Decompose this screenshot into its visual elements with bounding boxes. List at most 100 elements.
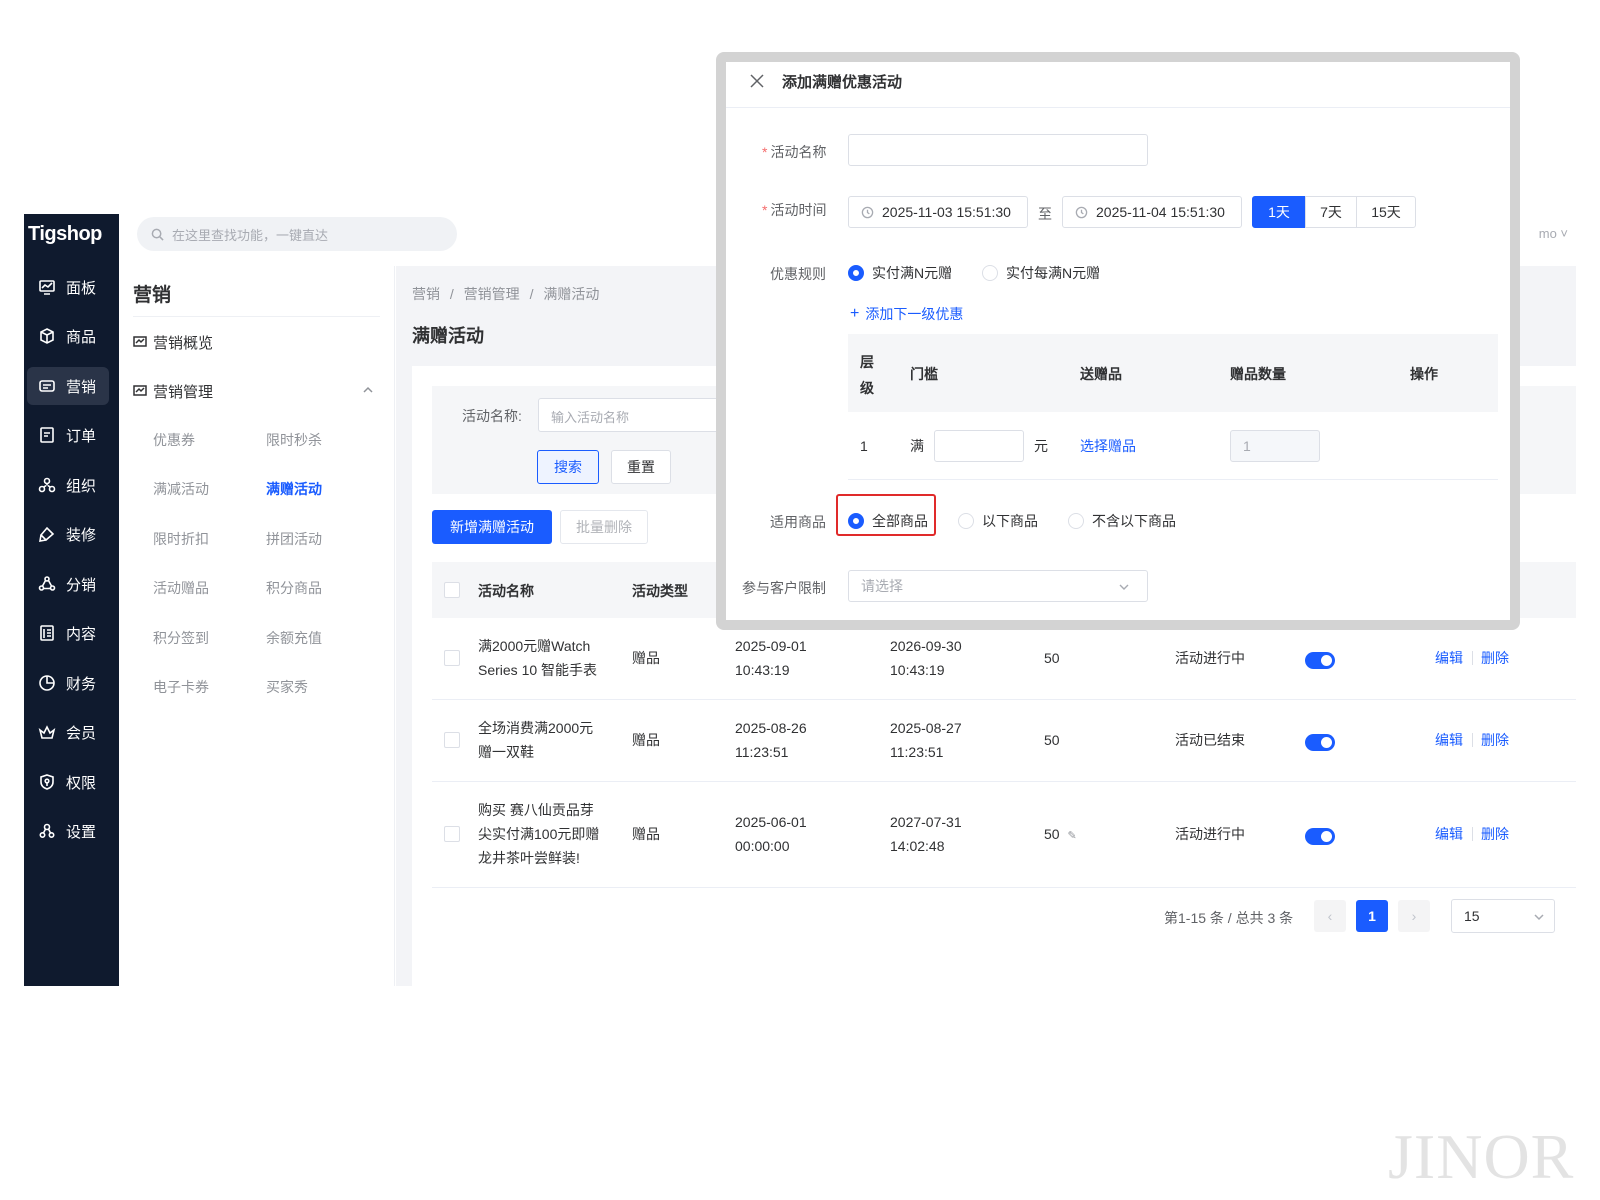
name-line: 尖实付满100元即赠 bbox=[478, 826, 600, 842]
table-row: 满2000元赠Watch Series 10 智能手表 赠品 2025-09-0… bbox=[432, 618, 1576, 700]
add-level-link[interactable]: + 添加下一级优惠 bbox=[850, 304, 963, 324]
name-line: Series 10 智能手表 bbox=[478, 662, 598, 678]
enable-toggle[interactable] bbox=[1305, 828, 1335, 845]
col-op: 操作 bbox=[1410, 366, 1438, 382]
customer-limit-select[interactable]: 请选择 bbox=[848, 570, 1148, 602]
activity-type: 赠品 bbox=[632, 650, 660, 666]
subnav-overview[interactable]: 营销概览 bbox=[133, 327, 380, 357]
page-size-select[interactable]: 15 bbox=[1451, 899, 1555, 933]
nav-label: 财务 bbox=[66, 675, 97, 693]
chart-icon bbox=[133, 385, 147, 396]
breadcrumb-item[interactable]: 营销管理 bbox=[464, 286, 520, 302]
time-label-text: 活动时间 bbox=[770, 202, 827, 218]
row-checkbox[interactable] bbox=[444, 732, 460, 748]
prev-page-button[interactable]: ‹ bbox=[1314, 900, 1346, 932]
rule-radio-every[interactable]: 实付每满N元赠 bbox=[982, 263, 1100, 283]
rule-radio-full[interactable]: 实付满N元赠 bbox=[848, 263, 952, 283]
start-time-picker[interactable]: 2025-11-03 15:51:30 bbox=[848, 196, 1028, 228]
subnav-link-groupbuy[interactable]: 拼团活动 bbox=[266, 529, 322, 549]
col-level-line: 层 bbox=[860, 354, 874, 370]
nav-item-member[interactable]: 会员 bbox=[27, 713, 109, 751]
subnav-link-points-goods[interactable]: 积分商品 bbox=[266, 578, 322, 598]
nav-item-permission[interactable]: 权限 bbox=[27, 763, 109, 801]
nav-item-dashboard[interactable]: 面板 bbox=[27, 268, 109, 306]
edit-link[interactable]: 编辑 bbox=[1435, 728, 1463, 752]
page-button-current[interactable]: 1 bbox=[1356, 900, 1388, 932]
row-checkbox[interactable] bbox=[444, 650, 460, 666]
user-menu[interactable]: mo ˅ bbox=[1539, 226, 1568, 241]
activity-name-field[interactable] bbox=[848, 134, 1148, 166]
nav-item-settings[interactable]: 设置 bbox=[27, 812, 109, 850]
nav-item-marketing[interactable]: 营销 bbox=[27, 367, 109, 405]
reset-button[interactable]: 重置 bbox=[611, 450, 671, 484]
subnav-link-flashsale[interactable]: 限时秒杀 bbox=[266, 430, 322, 450]
dialog-title: 添加满赠优惠活动 bbox=[782, 74, 903, 91]
end-time-picker[interactable]: 2025-11-04 15:51:30 bbox=[1062, 196, 1242, 228]
threshold-amount-input[interactable] bbox=[934, 430, 1024, 462]
scope-radio-include[interactable]: 以下商品 bbox=[958, 511, 1038, 531]
row-checkbox[interactable] bbox=[444, 826, 460, 842]
subnav-link-gifts[interactable]: 活动赠品 bbox=[153, 578, 209, 598]
edit-link[interactable]: 编辑 bbox=[1435, 822, 1463, 846]
pagination-summary: 第1-15 条 / 总共 3 条 bbox=[1164, 910, 1294, 926]
nav-item-distribution[interactable]: 分销 bbox=[27, 565, 109, 603]
pencil-icon[interactable]: ✎ bbox=[1067, 830, 1076, 842]
subnav-link-buyershow[interactable]: 买家秀 bbox=[266, 677, 308, 697]
subnav-link-ecard[interactable]: 电子卡券 bbox=[153, 677, 209, 697]
sub-nav: 营销 营销概览 营销管理 优惠券 限时秒杀 满减活动 满赠活动 限时折扣 拼团活… bbox=[119, 266, 395, 986]
delete-link[interactable]: 删除 bbox=[1481, 728, 1509, 752]
tier-yuan: 元 bbox=[1034, 438, 1048, 454]
gift-qty-input[interactable]: 1 bbox=[1230, 430, 1320, 462]
nav-item-finance[interactable]: 财务 bbox=[27, 664, 109, 702]
subnav-link-fullgift[interactable]: 满赠活动 bbox=[266, 479, 322, 499]
subnav-link-coupon[interactable]: 优惠券 bbox=[153, 430, 195, 450]
subnav-group[interactable]: 营销管理 bbox=[133, 376, 380, 406]
dialog-overlay-frame: 添加满赠优惠活动 * 活动名称 * 活动时间 2025-11-03 15:51:30… bbox=[716, 52, 1520, 630]
tier-level: 1 bbox=[860, 438, 868, 454]
breadcrumb-item[interactable]: 营销 bbox=[412, 286, 440, 302]
close-icon[interactable] bbox=[748, 72, 766, 90]
enable-toggle[interactable] bbox=[1305, 734, 1335, 751]
nav-item-decoration[interactable]: 装修 bbox=[27, 515, 109, 553]
duration-7day[interactable]: 7天 bbox=[1305, 196, 1357, 228]
divider bbox=[133, 316, 380, 317]
scope-radio-exclude[interactable]: 不含以下商品 bbox=[1068, 511, 1176, 531]
clock-icon bbox=[1075, 206, 1088, 218]
radio-dot bbox=[1068, 513, 1084, 529]
select-all-checkbox[interactable] bbox=[444, 582, 460, 598]
subnav-link-recharge[interactable]: 余额充值 bbox=[266, 628, 322, 648]
start-clock: 10:43:19 bbox=[735, 662, 790, 678]
radio-label: 实付满N元赠 bbox=[872, 265, 953, 281]
name-line: 赠一双鞋 bbox=[478, 744, 534, 760]
required-mark: * bbox=[762, 202, 768, 218]
duration-1day[interactable]: 1天 bbox=[1252, 196, 1306, 228]
nav-item-org[interactable]: 组织 bbox=[27, 466, 109, 504]
chevron-down-icon bbox=[1119, 584, 1129, 590]
org-icon bbox=[38, 477, 56, 493]
subnav-overview-label: 营销概览 bbox=[153, 334, 214, 352]
nav-item-content[interactable]: 内容 bbox=[27, 614, 109, 652]
plus-icon: + bbox=[850, 305, 860, 322]
scope-radio-all[interactable]: 全部商品 bbox=[848, 511, 928, 531]
start-date: 2025-09-01 bbox=[735, 638, 807, 654]
subnav-link-fullreduce[interactable]: 满减活动 bbox=[153, 479, 209, 499]
enable-toggle[interactable] bbox=[1305, 652, 1335, 669]
duration-15day[interactable]: 15天 bbox=[1356, 196, 1416, 228]
subnav-link-signin[interactable]: 积分签到 bbox=[153, 628, 209, 648]
activity-name: 购买 赛八仙贡品芽 尖实付满100元即赠 龙井茶叶尝鲜装! bbox=[478, 798, 599, 870]
delete-link[interactable]: 删除 bbox=[1481, 646, 1509, 670]
choose-gift-link[interactable]: 选择赠品 bbox=[1080, 434, 1136, 458]
subnav-link-discount[interactable]: 限时折扣 bbox=[153, 529, 209, 549]
next-page-button[interactable]: › bbox=[1398, 900, 1430, 932]
nav-item-products[interactable]: 商品 bbox=[27, 317, 109, 355]
add-activity-button[interactable]: 新增满赠活动 bbox=[432, 510, 552, 544]
search-button[interactable]: 搜索 bbox=[537, 450, 599, 484]
nav-item-orders[interactable]: 订单 bbox=[27, 416, 109, 454]
delete-link[interactable]: 删除 bbox=[1481, 822, 1509, 846]
nav-label: 装修 bbox=[66, 526, 97, 544]
global-search[interactable]: 在这里查找功能，一键直达 bbox=[137, 217, 457, 251]
chevron-up-icon bbox=[363, 386, 373, 393]
edit-link[interactable]: 编辑 bbox=[1435, 646, 1463, 670]
batch-delete-button[interactable]: 批量删除 bbox=[560, 510, 648, 544]
status-text: 活动进行中 bbox=[1175, 650, 1245, 666]
